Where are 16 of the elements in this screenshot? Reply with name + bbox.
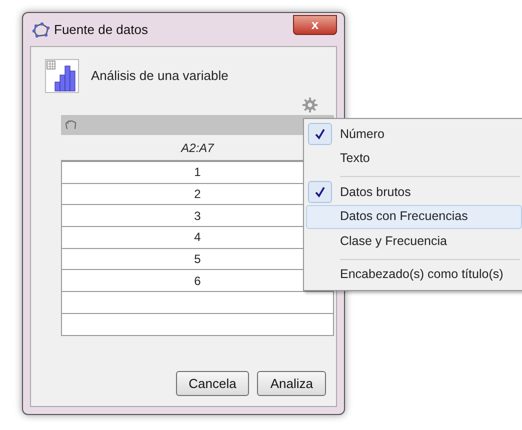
settings-icon[interactable]: [302, 97, 318, 113]
menu-label: Número: [340, 126, 384, 143]
close-button[interactable]: x: [293, 14, 337, 34]
polygon-app-icon: [32, 22, 50, 38]
menu-label: Clase y Frecuencia: [340, 232, 447, 250]
menu-item[interactable]: Datos con Frecuencias: [306, 204, 522, 229]
menu-label: Datos con Frecuencias: [340, 208, 468, 226]
hand-icon[interactable]: [65, 120, 77, 130]
panel-title: Análisis de una variable: [91, 67, 228, 86]
menu-label: Datos brutos: [340, 184, 411, 201]
menu-label: Encabezado(s) como título(s): [340, 266, 504, 284]
analyze-button[interactable]: Analiza: [257, 371, 326, 396]
histogram-icon: [45, 59, 79, 93]
menu-label: Texto: [340, 150, 370, 168]
window-title: Fuente de datos: [54, 20, 148, 39]
cancel-button[interactable]: Cancela: [176, 371, 250, 396]
